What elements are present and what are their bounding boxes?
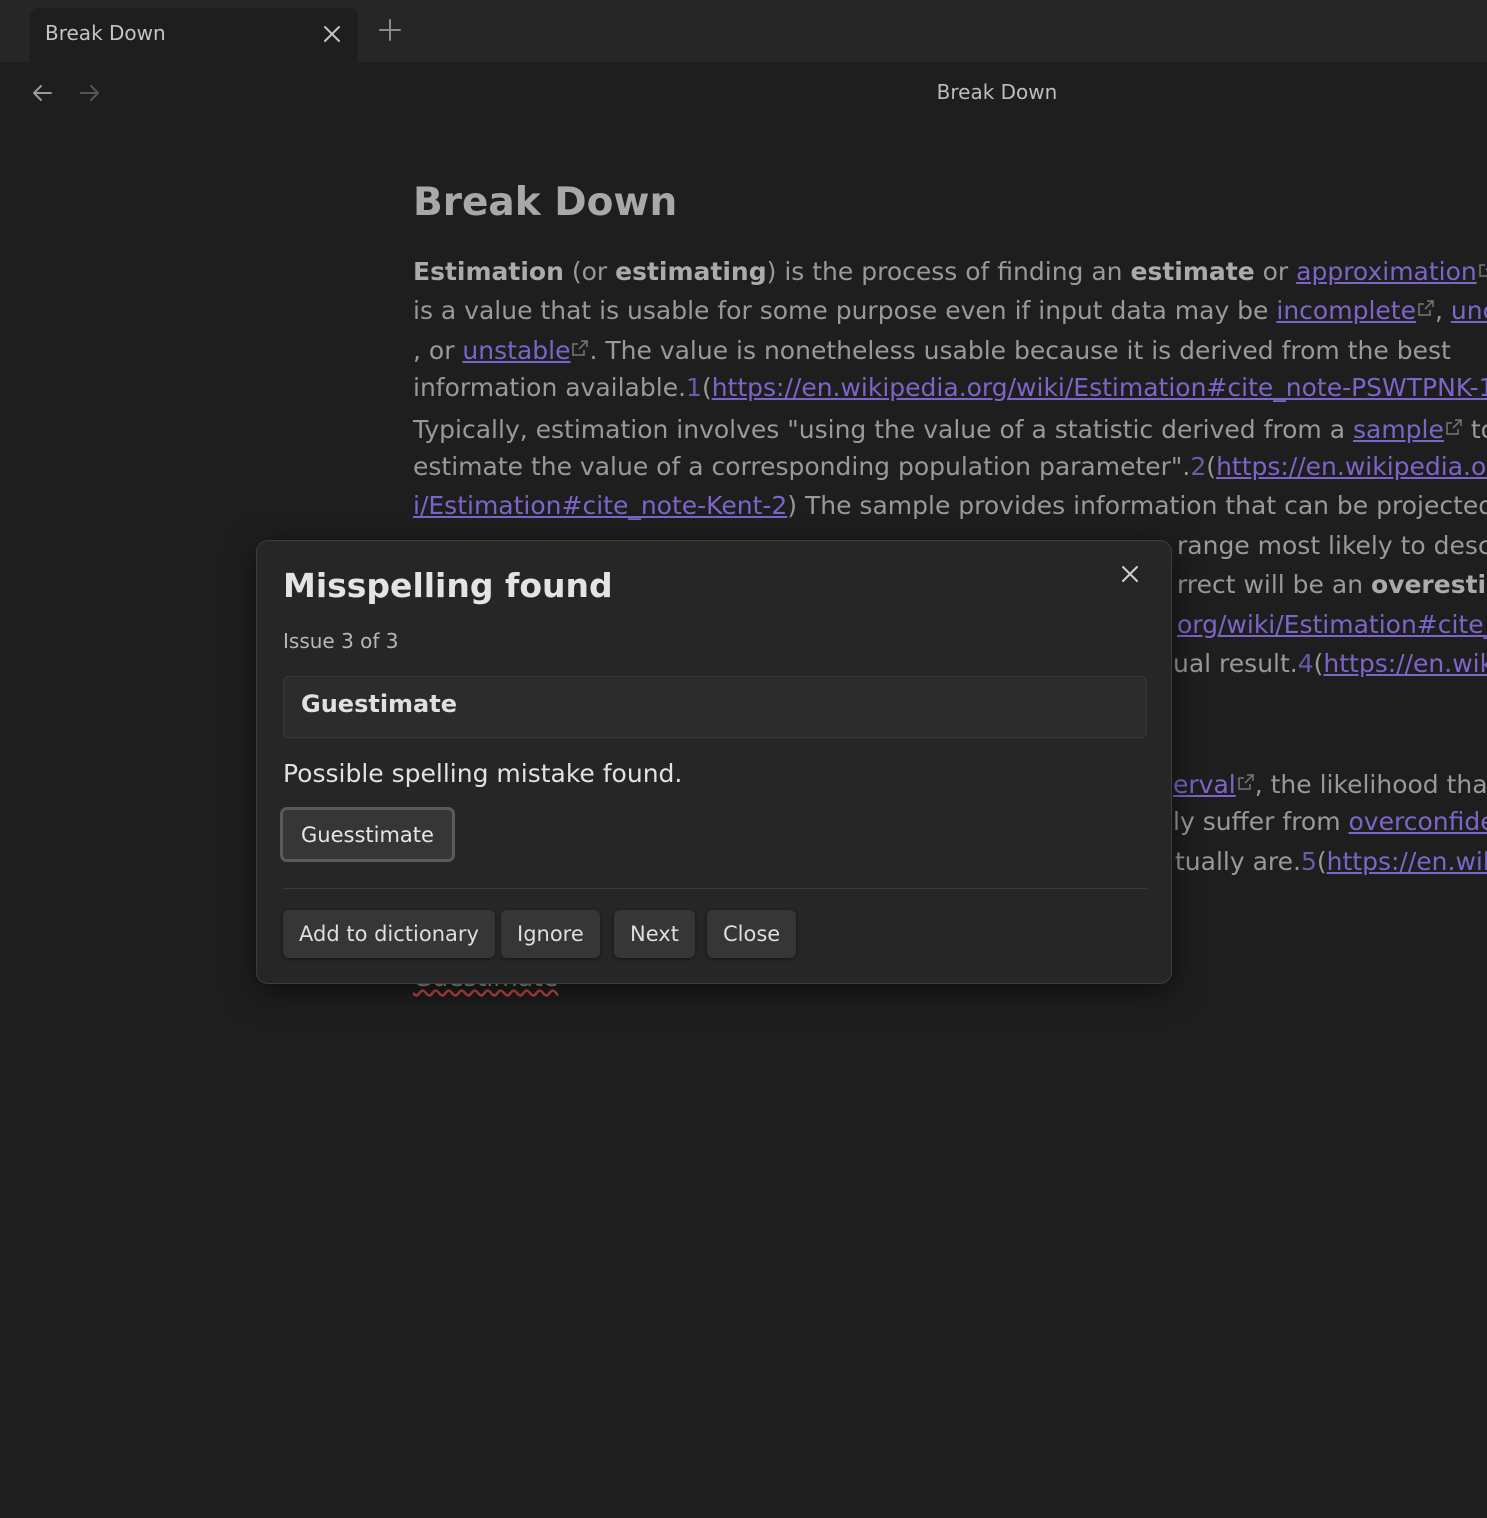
issue-counter: Issue 3 of 3 — [283, 629, 399, 653]
text: tually are. — [1175, 846, 1301, 876]
text: Typically, estimation involves "using th… — [413, 414, 1353, 444]
text: . The value is nonetheless usable becaus… — [589, 335, 1451, 365]
bold-text: estimating — [615, 257, 767, 286]
link-approximation[interactable]: approximation — [1296, 257, 1477, 286]
external-link-icon — [571, 329, 589, 356]
paragraph-line: information available.1(https://en.wikip… — [413, 368, 1487, 407]
text: information available. — [413, 373, 687, 403]
footnote-4[interactable]: 4 — [1298, 649, 1314, 678]
footnote-5[interactable]: 5 — [1301, 847, 1317, 876]
text: to — [1470, 414, 1487, 444]
paragraph-line: estimate the value of a corresponding po… — [413, 447, 1487, 486]
new-tab-plus-icon[interactable] — [376, 16, 404, 44]
modal-close-icon[interactable] — [1115, 559, 1145, 589]
footnote-2[interactable]: 2 — [1190, 452, 1206, 481]
paragraph-line: , or unstable . The value is nonetheless … — [413, 329, 1487, 368]
view-header-title: Break Down — [936, 80, 1058, 104]
divider — [283, 888, 1147, 889]
close-button[interactable]: Close — [707, 910, 797, 958]
add-to-dictionary-button[interactable]: Add to dictionary — [283, 910, 495, 958]
text: ual result. — [1173, 648, 1298, 678]
link-footnote-2[interactable]: https://en.wikipedia.org — [1216, 452, 1487, 481]
text: , the likelihood tha — [1254, 770, 1487, 799]
bold-text: overestim — [1370, 570, 1487, 600]
paragraph-line: i/Estimation#cite_note-Kent-2) The sampl… — [413, 486, 1487, 525]
tab-close-icon[interactable] — [320, 22, 344, 46]
text: rrect will be an — [1177, 570, 1371, 600]
note-heading: Break Down — [413, 180, 678, 225]
text: , or — [413, 335, 463, 365]
external-link-icon — [1237, 763, 1255, 790]
paragraph-line: Typically, estimation involves "using th… — [413, 408, 1487, 447]
external-link-icon — [1478, 250, 1487, 277]
text: ) is the process of finding an — [766, 257, 1131, 286]
paragraph-line: Estimation (or estimating) is the proces… — [413, 250, 1487, 289]
paragraph-line: is a value that is usable for some purpo… — [413, 289, 1487, 328]
link-footnote-2-cont[interactable]: i/Estimation#cite_note-Kent-2 — [413, 491, 787, 520]
text: range most likely to descr — [1177, 530, 1487, 560]
text: (or — [563, 257, 616, 286]
text: is a value that is usable for some purpo… — [413, 296, 1277, 326]
link-overconfidence[interactable]: overconfide — [1349, 807, 1487, 836]
text: ly suffer from — [1173, 807, 1349, 837]
link-sample[interactable]: sample — [1353, 415, 1444, 444]
bold-text: Estimation — [413, 257, 564, 286]
next-button[interactable]: Next — [614, 910, 695, 958]
tab-title: Break Down — [45, 21, 166, 45]
text: or — [1254, 257, 1297, 286]
text: , — [1434, 296, 1451, 326]
misspelled-word-box: Guestimate — [283, 676, 1147, 738]
text: estimate the value of a corresponding po… — [413, 451, 1191, 481]
tab-break-down[interactable]: Break Down — [30, 8, 358, 62]
link-footnote-4[interactable]: https://en.wiki — [1323, 649, 1487, 678]
modal-title: Misspelling found — [283, 566, 613, 605]
modal-message: Possible spelling mistake found. — [283, 759, 683, 788]
misspelled-word-label: Guestimate — [301, 690, 457, 718]
misspelling-modal: Misspelling found Issue 3 of 3 Guestimat… — [256, 540, 1172, 984]
link-unstable[interactable]: unstable — [462, 336, 570, 365]
external-link-icon — [1445, 408, 1463, 435]
suggestion-button[interactable]: Guesstimate — [280, 807, 455, 862]
external-link-icon — [1417, 289, 1435, 317]
link-footnote-5[interactable]: https://en.wik — [1327, 847, 1487, 876]
link-footnote-3[interactable]: org/wiki/Estimation#cite_ — [1177, 610, 1487, 639]
bold-text: estimate — [1130, 257, 1255, 286]
link-confidence-interval[interactable]: erval — [1173, 770, 1236, 799]
footnote-1[interactable]: 1 — [686, 373, 702, 402]
text: ) The sample provides information that c… — [787, 491, 1487, 521]
link-footnote-1[interactable]: https://en.wikipedia.org/wiki/Estimation… — [712, 373, 1487, 402]
link-uncertain[interactable]: unce — [1451, 296, 1487, 325]
tab-bar: Break Down — [0, 0, 1487, 62]
link-incomplete[interactable]: incomplete — [1276, 296, 1416, 325]
ignore-button[interactable]: Ignore — [501, 910, 600, 958]
